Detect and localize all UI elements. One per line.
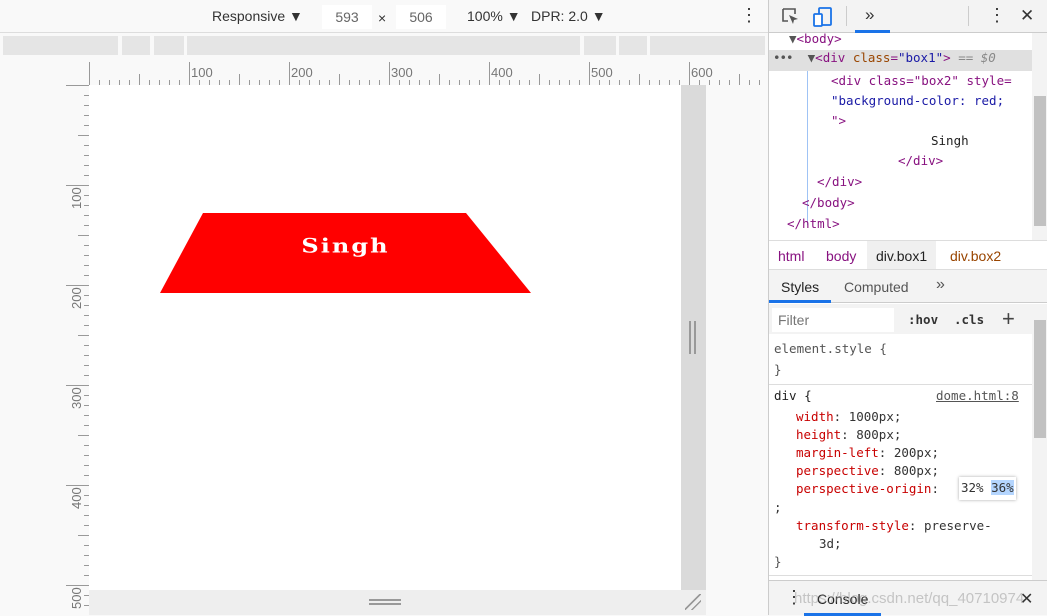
height-input[interactable]: 506 (396, 5, 446, 29)
ruler-label: 600 (691, 65, 713, 80)
elements-scrollbar[interactable] (1032, 33, 1047, 240)
perspective-origin-editor[interactable]: 32% 36% (959, 477, 1016, 500)
device-toolbar: Responsive ▼ 593 × 506 100% ▼ DPR: 2.0 ▼… (0, 0, 768, 33)
styles-pane: :hov .cls + element.style { } div { dome… (769, 304, 1032, 580)
drawer-menu-icon[interactable]: ⋮ (785, 587, 803, 608)
prop-name[interactable]: width (796, 409, 834, 424)
breadcrumb: html body div.box1 div.box2 (769, 240, 1047, 270)
devtools-menu-icon[interactable]: ⋮ (988, 5, 1006, 26)
dom-text-node[interactable]: Singh (931, 133, 969, 148)
ruler-label: 100 (69, 187, 84, 209)
semicolon: ; (774, 500, 782, 515)
ruler-label: 300 (69, 387, 84, 409)
more-options-icon[interactable]: ⋮ (740, 5, 758, 26)
dom-html-close[interactable]: </html> (787, 216, 840, 231)
styles-tabbar: Styles Computed » (769, 270, 1047, 303)
tab-console[interactable]: Console (817, 591, 868, 607)
dom-box2-open[interactable]: <div class="box2" style= (831, 73, 1012, 88)
media-query-bar[interactable] (0, 36, 768, 56)
close-devtools-icon[interactable]: ✕ (1020, 6, 1034, 26)
dom-body-open[interactable]: <body> (797, 33, 842, 46)
ruler-label: 500 (591, 65, 613, 80)
times-sign: × (378, 10, 387, 26)
ruler-label: 400 (69, 487, 84, 509)
elements-tree: ▼<body> ••• ▼<div class="box1"> == $0 <d… (769, 33, 1032, 240)
prop-value[interactable]: 1000px; (849, 409, 902, 424)
breadcrumb-div-box2[interactable]: div.box2 (950, 248, 1001, 264)
new-rule-button[interactable]: + (1002, 306, 1015, 332)
devtools-toolbar: » ⋮ ✕ (769, 0, 1047, 33)
dom-box2-close[interactable]: </div> (898, 153, 943, 168)
ruler-label: 400 (491, 65, 513, 80)
prop-value-cont: 3d; (819, 536, 842, 551)
dom-node-selected[interactable]: ••• ▼<div class="box1"> == $0 (769, 50, 1032, 71)
rule-source-link[interactable]: dome.html:8 (936, 388, 1019, 403)
styles-scrollbar[interactable] (1032, 304, 1047, 580)
devtools-panel: » ⋮ ✕ ▼<body> ••• ▼<div class="box1"> ==… (768, 0, 1047, 616)
more-tabs-icon[interactable]: » (865, 5, 874, 25)
inspect-element-icon[interactable] (781, 7, 801, 27)
prop-name[interactable]: transform-style (796, 518, 909, 533)
horizontal-ruler: 100 200 300 400 500 600 (89, 62, 768, 85)
close-drawer-icon[interactable]: ✕ (1020, 589, 1033, 609)
vertical-ruler: 100 200 300 400 500 (66, 85, 89, 609)
prop-name[interactable]: height (796, 427, 841, 442)
breadcrumb-div-box1[interactable]: div.box1 (867, 241, 937, 269)
tab-computed[interactable]: Computed (844, 279, 909, 295)
ruler-label: 500 (69, 587, 84, 609)
dpr-select[interactable]: DPR: 2.0 ▼ (531, 8, 606, 24)
ruler-label: 100 (191, 65, 213, 80)
prop-name[interactable]: margin-left (796, 445, 879, 460)
more-style-tabs-icon[interactable]: » (936, 276, 945, 294)
prop-value[interactable]: 800px; (856, 427, 901, 442)
resize-corner-icon[interactable] (685, 594, 701, 610)
page-viewport: Singh (89, 85, 681, 590)
dom-box2-style: "background-color: red; (831, 93, 1005, 108)
resize-handle-right[interactable] (681, 85, 706, 590)
breadcrumb-html[interactable]: html (778, 248, 804, 264)
zoom-select[interactable]: 100% ▼ (467, 8, 521, 24)
dom-body-close[interactable]: </body> (802, 195, 855, 210)
cls-button[interactable]: .cls (954, 312, 984, 327)
prop-value[interactable]: 200px; (894, 445, 939, 460)
element-style-selector[interactable]: element.style { (774, 341, 887, 356)
hov-button[interactable]: :hov (908, 312, 938, 327)
ruler-label: 200 (291, 65, 313, 80)
prop-value[interactable]: 800px; (894, 463, 939, 478)
prop-value[interactable]: preserve- (924, 518, 992, 533)
box-text: Singh (301, 233, 390, 258)
device-toolbar-icon[interactable] (812, 6, 834, 28)
device-select[interactable]: Responsive ▼ (212, 8, 303, 24)
ruler-label: 200 (69, 287, 84, 309)
rule-selector[interactable]: div { (774, 388, 812, 403)
tab-styles[interactable]: Styles (781, 279, 819, 295)
prop-name[interactable]: perspective (796, 463, 879, 478)
ruler-label: 300 (391, 65, 413, 80)
dom-box1-close[interactable]: </div> (817, 174, 862, 189)
brace: } (774, 362, 782, 377)
resize-handle-bottom[interactable] (89, 590, 706, 615)
styles-filter-input[interactable] (772, 308, 894, 332)
dom-quote: "> (831, 113, 847, 128)
console-drawer: ⋮ Console https://blog.csdn.net/qq_40710… (769, 580, 1047, 616)
breadcrumb-body[interactable]: body (826, 248, 856, 264)
width-input[interactable]: 593 (322, 5, 372, 29)
brace: } (774, 554, 782, 569)
prop-name[interactable]: perspective-origin (796, 481, 931, 496)
